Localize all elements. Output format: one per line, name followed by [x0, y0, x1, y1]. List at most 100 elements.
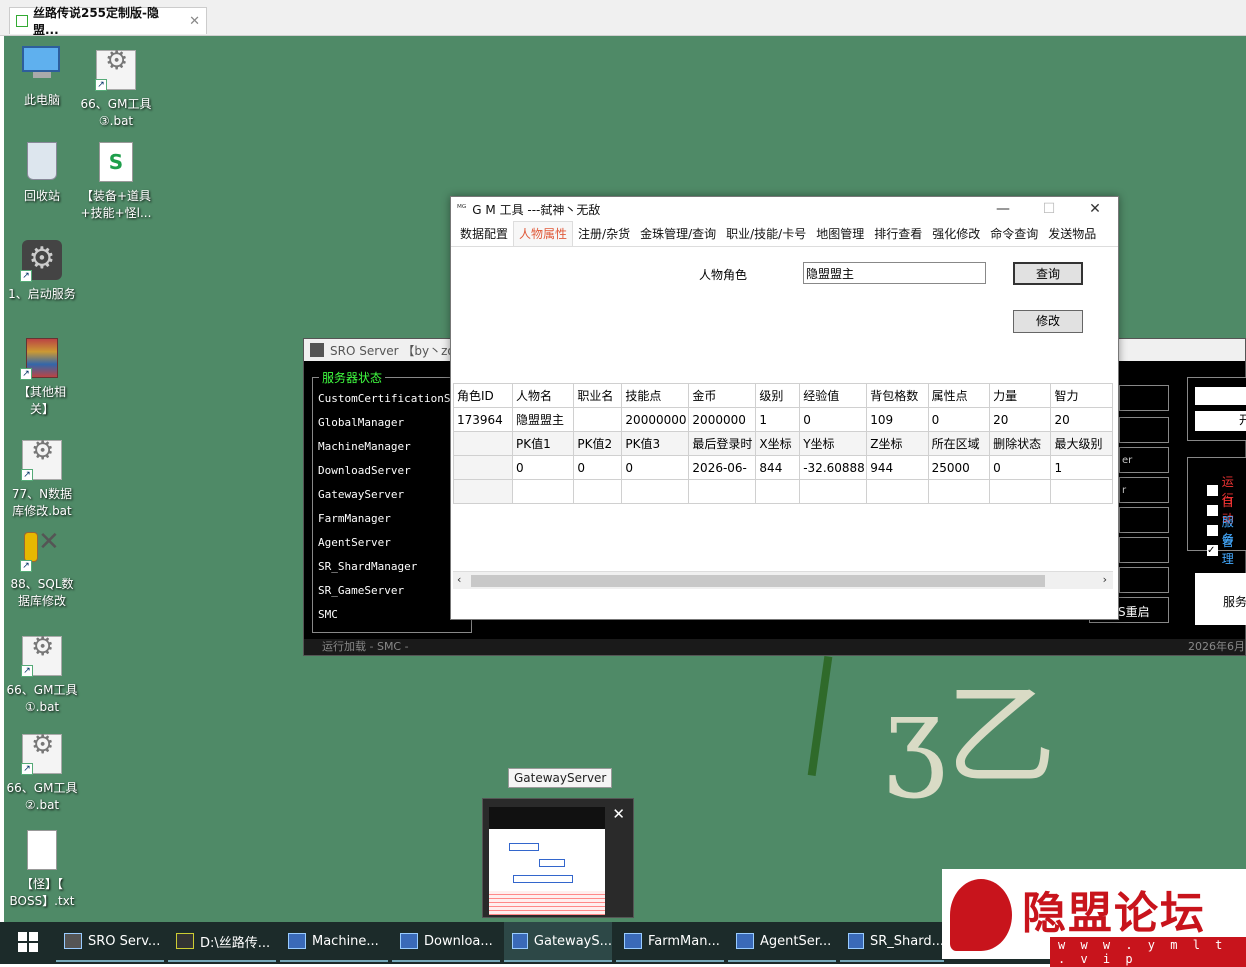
sro-button[interactable]: er	[1119, 447, 1169, 473]
window-thumbnail[interactable]: ✕	[482, 798, 634, 918]
table-cell[interactable]: 173964	[453, 407, 513, 432]
sro-button[interactable]	[1119, 385, 1169, 411]
modify-button[interactable]: 修改	[1013, 310, 1083, 333]
shortcut-arrow-icon: ↗	[95, 79, 107, 91]
window-title: SRO Server 【by丶zo	[330, 343, 455, 358]
table-cell[interactable]: 隐盟盟主	[511, 407, 575, 432]
table-cell[interactable]	[688, 479, 757, 504]
gm-tool-window[interactable]: ᴹᴳ G M 工具 ---弑神丶无敌 — ☐ ✕ 数据配置 人物属性 注册/杂货…	[450, 196, 1119, 620]
table-cell: 删除状态	[989, 431, 1052, 456]
table-cell[interactable]: 844	[755, 455, 801, 480]
table-row[interactable]	[453, 479, 1113, 504]
desktop-icon-boss-txt[interactable]: 【怪】【 BOSS】.txt	[4, 830, 80, 910]
table-cell[interactable]	[573, 479, 623, 504]
desktop-icon-n-db[interactable]: ↗ 77、N数据 库修改.bat	[4, 440, 80, 520]
taskbar-item-sro[interactable]: SRO Serv...	[56, 922, 164, 962]
table-cell[interactable]	[621, 479, 690, 504]
table-cell[interactable]: 0	[621, 455, 690, 480]
sro-button[interactable]	[1119, 567, 1169, 593]
desktop-icon-recycle-bin[interactable]: 回收站	[4, 142, 80, 205]
service-button[interactable]: 服务	[1195, 573, 1246, 625]
table-cell[interactable]: 2026-06-	[688, 455, 757, 480]
sro-button[interactable]	[1119, 537, 1169, 563]
taskbar-item-shard[interactable]: SR_Shard...	[840, 922, 944, 962]
table-cell[interactable]: 2000000	[688, 407, 757, 432]
desktop-icon-sql-db[interactable]: ✕ ↗ 88、SQL数 据库修改	[4, 529, 80, 610]
table-cell[interactable]	[755, 479, 801, 504]
table-cell[interactable]: 0	[573, 455, 623, 480]
table-cell[interactable]	[799, 479, 868, 504]
tab-ranking[interactable]: 排行查看	[869, 222, 927, 246]
scroll-thumb[interactable]	[471, 575, 1045, 587]
taskbar-item-farm[interactable]: FarmMan...	[616, 922, 724, 962]
tab-data-config[interactable]: 数据配置	[455, 222, 513, 246]
tab-job-skill[interactable]: 职业/技能/卡号	[721, 222, 811, 246]
desktop-icon-gm-tool-1[interactable]: ↗ 66、GM工具 ①.bat	[4, 636, 80, 716]
taskbar-item-folder[interactable]: D:\丝路传...	[168, 922, 276, 962]
table-cell[interactable]: 109	[866, 407, 929, 432]
open-button[interactable]: 开	[1195, 411, 1246, 431]
table-cell: 人物名	[511, 383, 575, 408]
desktop-icon-start-service[interactable]: ⚙ ↗ 1、启动服务	[4, 240, 80, 303]
windows-start-icon[interactable]	[18, 932, 38, 952]
table-cell[interactable]: 0	[511, 455, 575, 480]
close-icon[interactable]: ✕	[612, 805, 625, 823]
table-cell[interactable]	[453, 455, 513, 480]
tab-register[interactable]: 注册/杂货	[573, 222, 635, 246]
table-cell[interactable]: 20	[1050, 407, 1113, 432]
taskbar-item-gateway[interactable]: GatewayS...	[504, 922, 612, 962]
tab-gold[interactable]: 金珠管理/查询	[635, 222, 721, 246]
tab-command[interactable]: 命令查询	[985, 222, 1043, 246]
icon-label: 66、GM工具	[80, 97, 152, 111]
desktop-icon-equipment[interactable]: S 【装备+道具 +技能+怪l...	[78, 142, 154, 222]
right-text-field[interactable]	[1195, 387, 1246, 405]
desktop-icon-this-pc[interactable]: 此电脑	[4, 46, 80, 109]
table-cell[interactable]: 1	[1050, 455, 1113, 480]
tab-map[interactable]: 地图管理	[811, 222, 869, 246]
table-cell[interactable]: 20000000	[621, 407, 690, 432]
table-cell[interactable]	[989, 479, 1052, 504]
sro-button[interactable]: r	[1119, 477, 1169, 503]
table-cell[interactable]	[453, 479, 513, 504]
desktop-icon-other[interactable]: ↗ 【其他相 关】	[4, 338, 80, 418]
table-cell[interactable]: 25000	[927, 455, 991, 480]
minimize-icon[interactable]: —	[980, 201, 1026, 217]
gm-titlebar[interactable]: ᴹᴳ G M 工具 ---弑神丶无敌 — ☐ ✕	[451, 197, 1118, 221]
table-cell[interactable]: 944	[866, 455, 929, 480]
character-input[interactable]	[803, 262, 986, 284]
taskbar-item-download[interactable]: Downloa...	[392, 922, 500, 962]
tab-send-item[interactable]: 发送物品	[1043, 222, 1101, 246]
query-button[interactable]: 查询	[1013, 262, 1083, 285]
tab-character-attr[interactable]: 人物属性	[513, 221, 574, 246]
table-row[interactable]: 0 0 0 2026-06- 844 -32.60888 944 25000 0…	[453, 455, 1113, 480]
table-cell[interactable]: 0	[989, 455, 1052, 480]
table-cell[interactable]: 0	[799, 407, 868, 432]
table-cell[interactable]: 0	[927, 407, 991, 432]
table-cell[interactable]	[511, 479, 575, 504]
watermark-url: w w w . y m l t . v i p	[1050, 937, 1246, 967]
tab-enhance[interactable]: 强化修改	[927, 222, 985, 246]
taskbar-item-agent[interactable]: AgentSer...	[728, 922, 836, 962]
table-cell[interactable]	[573, 407, 623, 432]
desktop-icon-gm-tool-2[interactable]: ↗ 66、GM工具 ②.bat	[4, 734, 80, 814]
close-icon[interactable]: ✕	[1072, 201, 1118, 217]
table-cell[interactable]: 1	[755, 407, 801, 432]
table-cell[interactable]: -32.60888	[799, 455, 868, 480]
horizontal-scrollbar[interactable]: ‹ ›	[453, 571, 1113, 589]
table-cell[interactable]	[1050, 479, 1113, 504]
sro-button[interactable]	[1119, 507, 1169, 533]
scroll-left-icon[interactable]: ‹	[457, 573, 461, 586]
table-cell[interactable]: 20	[989, 407, 1052, 432]
table-row[interactable]: 173964 隐盟盟主 20000000 2000000 1 0 109 0 2…	[453, 407, 1113, 432]
table-cell[interactable]	[927, 479, 991, 504]
table-cell[interactable]	[866, 479, 929, 504]
shortcut-arrow-icon: ↗	[21, 665, 33, 677]
sro-button[interactable]	[1119, 417, 1169, 443]
close-icon[interactable]: ✕	[189, 14, 200, 29]
browser-tab[interactable]: 丝路传说255定制版-隐盟... ✕	[9, 6, 207, 37]
taskbar-item-machine[interactable]: Machine...	[280, 922, 388, 962]
maximize-icon[interactable]: ☐	[1026, 201, 1072, 217]
desktop-icon-gm-tool-3[interactable]: ↗ 66、GM工具 ③.bat	[78, 50, 154, 130]
option-checkbox[interactable]: ✓ 管理	[1207, 533, 1245, 567]
scroll-right-icon[interactable]: ›	[1103, 573, 1107, 586]
